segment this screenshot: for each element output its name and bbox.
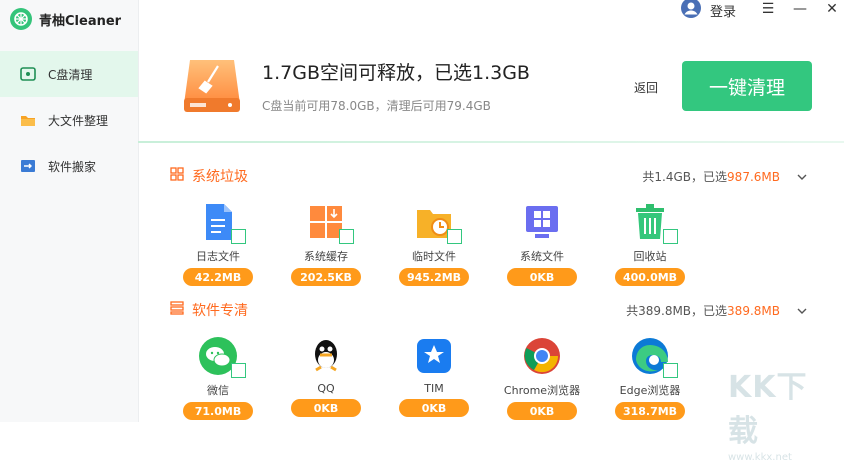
app-item-chrome[interactable]: Chrome浏览器 0KB — [496, 336, 588, 420]
edge-icon — [630, 336, 678, 378]
item-label: 微信 — [207, 384, 229, 397]
summary-prefix: 共389.8MB，已选 — [626, 304, 728, 318]
sidebar-item-label: C盘清理 — [48, 67, 93, 82]
app-logo: 青柚Cleaner — [10, 8, 121, 30]
minimize-button[interactable]: — — [790, 0, 810, 18]
summary-selected-value: 389.8MB — [727, 304, 780, 318]
section-summary: 共1.4GB，已选987.6MB — [642, 168, 780, 185]
item-label: 日志文件 — [196, 250, 240, 263]
checkbox[interactable] — [663, 229, 678, 244]
system-file-icon — [522, 202, 562, 242]
login-area[interactable]: 登录 — [680, 0, 736, 23]
item-label: 系统文件 — [520, 250, 564, 263]
chevron-down-icon[interactable] — [796, 168, 808, 180]
log-file-icon — [198, 202, 246, 244]
item-label: 临时文件 — [412, 250, 456, 263]
item-size-badge: 42.2MB — [183, 268, 253, 286]
section-title: 软件专清 — [192, 303, 248, 319]
login-label: 登录 — [710, 4, 737, 20]
folder-icon — [18, 110, 38, 130]
item-size-badge: 0KB — [507, 268, 577, 286]
sidebar: 青柚Cleaner C盘清理 大文件整理 软件搬家 — [0, 0, 139, 422]
item-label: TIM — [424, 382, 444, 395]
drive-illustration-icon — [180, 52, 244, 116]
sidebar-item-label: 软件搬家 — [48, 159, 97, 174]
citrus-logo-icon — [10, 8, 32, 30]
checkbox[interactable] — [339, 229, 354, 244]
free-space-title: 1.7GB空间可释放，已选1.3GB — [262, 62, 530, 84]
junk-item-system-cache[interactable]: 系统缓存 202.5KB — [280, 202, 372, 286]
recycle-bin-icon — [630, 202, 678, 244]
drive-icon — [18, 64, 38, 84]
sidebar-item-move-apps[interactable]: 软件搬家 — [0, 143, 138, 189]
checkbox[interactable] — [231, 363, 246, 378]
item-size-badge: 0KB — [399, 399, 469, 417]
list-icon — [170, 301, 184, 319]
summary-selected-value: 987.6MB — [727, 170, 780, 184]
checkbox[interactable] — [447, 229, 462, 244]
item-label: 系统缓存 — [304, 250, 348, 263]
divider — [138, 141, 844, 143]
checkbox[interactable] — [231, 229, 246, 244]
item-size-badge: 400.0MB — [615, 268, 685, 286]
item-size-badge: 318.7MB — [615, 402, 685, 420]
watermark-logo: KK下载 www.kkx.net — [728, 362, 828, 463]
watermark-text: KK下载 — [728, 370, 808, 449]
user-avatar-icon — [680, 0, 702, 23]
item-label: Chrome浏览器 — [503, 384, 581, 397]
qq-icon — [306, 336, 346, 376]
section-header-system-junk: 系统垃圾 — [170, 166, 248, 186]
app-item-qq[interactable]: QQ 0KB — [280, 336, 372, 417]
checkbox[interactable] — [663, 363, 678, 378]
item-size-badge: 71.0MB — [183, 402, 253, 420]
system-cache-icon — [306, 202, 354, 244]
item-size-badge: 0KB — [507, 402, 577, 420]
junk-item-system-files[interactable]: 系统文件 0KB — [496, 202, 588, 286]
section-title: 系统垃圾 — [192, 169, 248, 185]
chevron-down-icon[interactable] — [796, 302, 808, 314]
chrome-icon — [522, 336, 562, 376]
item-label: Edge浏览器 — [619, 384, 681, 397]
wechat-icon — [198, 336, 246, 378]
one-click-clean-button[interactable]: 一键清理 — [682, 61, 812, 111]
app-item-tim[interactable]: TIM 0KB — [388, 336, 480, 417]
item-label: QQ — [317, 382, 335, 395]
section-summary: 共389.8MB，已选389.8MB — [626, 302, 780, 319]
junk-item-log-files[interactable]: 日志文件 42.2MB — [172, 202, 264, 286]
junk-item-temp-files[interactable]: 临时文件 945.2MB — [388, 202, 480, 286]
sidebar-item-c-drive-clean[interactable]: C盘清理 — [0, 51, 138, 97]
back-button[interactable]: 返回 — [634, 79, 658, 96]
menu-button[interactable]: ☰ — [758, 0, 778, 18]
sidebar-item-label: 大文件整理 — [48, 113, 109, 128]
sidebar-item-large-files[interactable]: 大文件整理 — [0, 97, 138, 143]
free-space-subtitle: C盘当前可用78.0GB，清理后可用79.4GB — [262, 99, 491, 113]
app-item-wechat[interactable]: 微信 71.0MB — [172, 336, 264, 420]
summary-prefix: 共1.4GB，已选 — [642, 170, 728, 184]
temp-folder-icon — [414, 202, 462, 244]
item-size-badge: 945.2MB — [399, 268, 469, 286]
item-size-badge: 0KB — [291, 399, 361, 417]
section-header-app-clean: 软件专清 — [170, 300, 248, 320]
watermark-url: www.kkx.net — [728, 452, 792, 463]
move-app-icon — [18, 156, 38, 176]
item-label: 回收站 — [633, 250, 667, 263]
junk-item-recycle-bin[interactable]: 回收站 400.0MB — [604, 202, 696, 286]
item-size-badge: 202.5KB — [291, 268, 361, 286]
app-title: 青柚Cleaner — [39, 13, 122, 29]
grid-icon — [170, 167, 184, 185]
close-button[interactable]: ✕ — [822, 0, 842, 18]
tim-icon — [414, 336, 454, 376]
app-item-edge[interactable]: Edge浏览器 318.7MB — [604, 336, 696, 420]
